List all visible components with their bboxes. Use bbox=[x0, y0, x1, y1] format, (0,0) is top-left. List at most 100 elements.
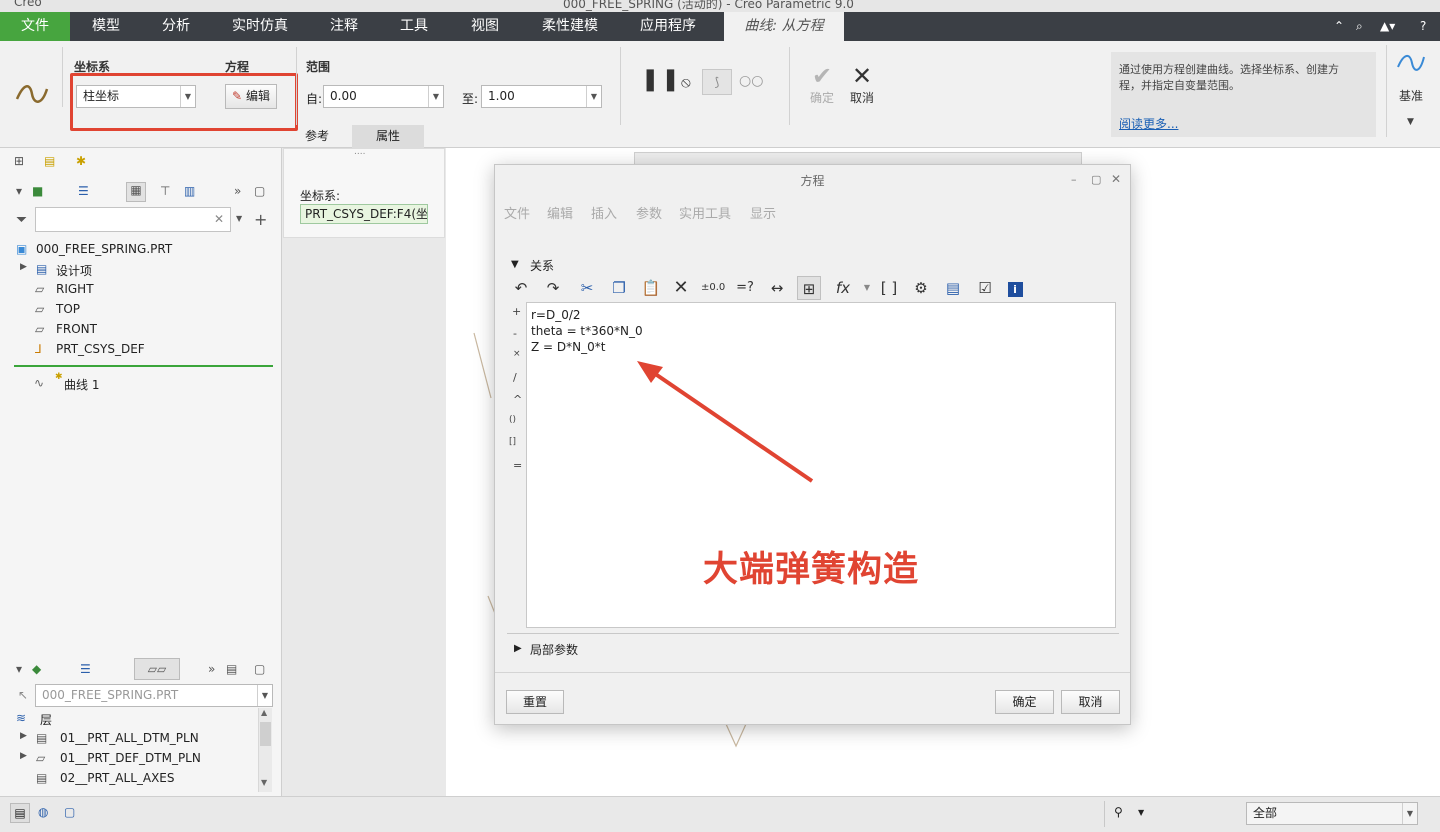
close-icon[interactable]: ✕ bbox=[1111, 172, 1121, 186]
menu-display[interactable]: 显示 bbox=[750, 203, 776, 222]
evaluate-icon[interactable]: ±0.0 bbox=[701, 276, 725, 300]
reset-button[interactable]: 重置 bbox=[506, 690, 564, 714]
cut-icon[interactable]: ✂ bbox=[575, 276, 599, 300]
resize-grip[interactable]: .... bbox=[354, 147, 365, 157]
paste-icon[interactable]: 📋 bbox=[639, 276, 663, 300]
read-more-link[interactable]: 阅读更多... bbox=[1119, 115, 1178, 132]
binoculars-icon[interactable]: ⚲ bbox=[1114, 805, 1123, 819]
dimension-icon[interactable]: ↔ bbox=[765, 276, 789, 300]
copy-icon[interactable]: ❐ bbox=[607, 276, 631, 300]
operator-parentheses[interactable]: () bbox=[509, 415, 516, 425]
learning-hat-icon[interactable]: ▲▾ bbox=[1380, 12, 1395, 41]
function-icon[interactable]: fx bbox=[831, 276, 855, 300]
document-icon[interactable]: ▢ bbox=[254, 662, 265, 676]
verify-icon[interactable]: ⟆ bbox=[702, 69, 732, 95]
cancel-button[interactable]: ✕ 取消 bbox=[845, 63, 879, 106]
operator-plus[interactable]: + bbox=[512, 305, 521, 318]
tree-settings-icon[interactable]: ☰ bbox=[80, 662, 91, 676]
operator-multiply[interactable]: × bbox=[513, 349, 521, 359]
tree-item-design-items[interactable]: 设计项 bbox=[56, 262, 92, 279]
menu-file[interactable]: 文件 bbox=[504, 203, 530, 222]
dialog-cancel-button[interactable]: 取消 bbox=[1061, 690, 1120, 714]
tree-search-input[interactable]: ✕ bbox=[35, 207, 231, 232]
equation-editor[interactable]: r=D_0/2 theta = t*360*N_0 Z = D*N_0*t 大端… bbox=[526, 302, 1116, 628]
datum-curve-icon[interactable] bbox=[1396, 51, 1426, 77]
tree-item-top[interactable]: TOP bbox=[56, 302, 80, 316]
add-icon[interactable]: + bbox=[254, 210, 267, 229]
units-icon[interactable]: ▤ bbox=[941, 276, 965, 300]
chevron-down-icon[interactable]: ▾ bbox=[16, 662, 22, 676]
tree-root[interactable]: 000_FREE_SPRING.PRT bbox=[36, 242, 172, 256]
undo-icon[interactable]: ↶ bbox=[509, 276, 533, 300]
show-tree-icon[interactable]: ▤ bbox=[10, 803, 30, 823]
expand-icon[interactable]: ▶ bbox=[514, 643, 522, 654]
glasses-icon[interactable]: ○○ bbox=[739, 73, 763, 89]
verify-relations-icon[interactable]: =? bbox=[733, 276, 757, 300]
tree-item-front[interactable]: FRONT bbox=[56, 322, 97, 336]
chevron-down-icon[interactable]: ▼ bbox=[1138, 808, 1144, 817]
operator-power[interactable]: ^ bbox=[513, 393, 522, 406]
collapse-icon[interactable]: ▼ bbox=[511, 259, 519, 270]
check-icon[interactable]: ☑ bbox=[973, 276, 997, 300]
menu-insert[interactable]: 插入 bbox=[591, 203, 617, 222]
search-icon[interactable]: ⌕ bbox=[1356, 12, 1363, 41]
tab-flexible-modeling[interactable]: 柔性建模 bbox=[532, 12, 608, 41]
browser-icon[interactable]: ◍ bbox=[38, 805, 48, 819]
columns-icon[interactable]: ▦ bbox=[126, 182, 146, 202]
tab-curve-from-equation[interactable]: 曲线: 从方程 bbox=[724, 12, 844, 41]
no-preview-icon[interactable]: ⦸ bbox=[681, 73, 691, 91]
sort-icon[interactable]: ⚙ bbox=[909, 276, 933, 300]
tab-applications[interactable]: 应用程序 bbox=[630, 12, 706, 41]
more-icon[interactable]: » bbox=[234, 184, 241, 198]
dialog-ok-button[interactable]: 确定 bbox=[995, 690, 1054, 714]
tab-model[interactable]: 模型 bbox=[76, 12, 136, 41]
operator-minus[interactable]: - bbox=[513, 327, 517, 340]
layer-item[interactable]: 01__PRT_DEF_DTM_PLN bbox=[60, 751, 201, 765]
filter-icon[interactable]: ⏷ bbox=[16, 212, 27, 228]
subtab-properties[interactable]: 属性 bbox=[352, 125, 424, 148]
chevron-down-icon[interactable]: ▾ bbox=[16, 184, 22, 198]
help-icon[interactable]: ? bbox=[1420, 12, 1426, 41]
delete-icon[interactable]: ✕ bbox=[669, 276, 693, 300]
equation-line[interactable]: theta = t*360*N_0 bbox=[531, 324, 643, 338]
layer-display-icon[interactable]: ▱▱ bbox=[134, 658, 180, 680]
show-icon[interactable]: ▥ bbox=[184, 184, 195, 198]
maximize-icon[interactable]: ▢ bbox=[1091, 173, 1101, 186]
equation-line[interactable]: r=D_0/2 bbox=[531, 308, 581, 322]
datum-label[interactable]: 基准 bbox=[1399, 87, 1423, 104]
document-icon[interactable]: ▢ bbox=[254, 184, 265, 198]
brackets-icon[interactable]: [ ] bbox=[877, 276, 901, 300]
tab-live-simulation[interactable]: 实时仿真 bbox=[222, 12, 298, 41]
tree-filter-icon[interactable]: ⊤ bbox=[160, 184, 170, 198]
tree-settings-icon[interactable]: ☰ bbox=[78, 184, 89, 198]
redo-icon[interactable]: ↷ bbox=[541, 276, 565, 300]
tab-tools[interactable]: 工具 bbox=[384, 12, 444, 41]
clear-icon[interactable]: ✕ bbox=[214, 212, 224, 226]
chevron-down-icon[interactable]: ▼ bbox=[1407, 117, 1414, 127]
tab-annotate[interactable]: 注释 bbox=[314, 12, 374, 41]
menu-parameters[interactable]: 参数 bbox=[636, 203, 662, 222]
menu-utilities[interactable]: 实用工具 bbox=[679, 203, 731, 222]
layer-properties-icon[interactable]: ▤ bbox=[226, 662, 237, 676]
expand-icon[interactable]: ▶ bbox=[20, 731, 27, 741]
tab-view[interactable]: 视图 bbox=[455, 12, 515, 41]
tab-file[interactable]: 文件 bbox=[0, 12, 70, 41]
range-to-input[interactable]: 1.00 ▼ bbox=[481, 85, 602, 108]
operator-divide[interactable]: / bbox=[513, 371, 517, 384]
layer-model-select[interactable]: 000_FREE_SPRING.PRT ▼ bbox=[35, 684, 273, 707]
minimize-ribbon-icon[interactable]: ⌃ bbox=[1334, 12, 1344, 41]
folder-browser-tab-icon[interactable]: ▤ bbox=[44, 154, 55, 168]
tree-item-right[interactable]: RIGHT bbox=[56, 282, 94, 296]
scroll-thumb[interactable] bbox=[260, 722, 271, 746]
local-params-label[interactable]: 局部参数 bbox=[530, 641, 578, 658]
expand-icon[interactable]: ▶ bbox=[20, 751, 27, 761]
layer-item[interactable]: 02__PRT_ALL_AXES bbox=[60, 771, 175, 785]
selection-filter-select[interactable]: 全部 ▼ bbox=[1246, 802, 1418, 825]
equation-line[interactable]: Z = D*N_0*t bbox=[531, 340, 605, 354]
expand-icon[interactable]: ▶ bbox=[20, 262, 27, 272]
show-dimensions-icon[interactable]: ⊞ bbox=[797, 276, 821, 300]
chevron-down-icon[interactable]: ▼ bbox=[855, 276, 879, 300]
ok-button[interactable]: ✔ 确定 bbox=[806, 63, 838, 106]
chevron-down-icon[interactable]: ▼ bbox=[236, 214, 242, 223]
favorites-tab-icon[interactable]: ✱ bbox=[76, 154, 86, 168]
